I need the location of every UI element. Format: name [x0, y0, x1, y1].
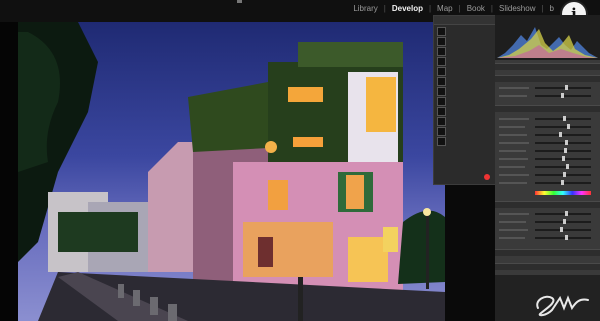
snapshot-thumbnail: [437, 36, 446, 46]
section-header[interactable]: [495, 75, 600, 82]
slider-knob[interactable]: [561, 180, 564, 185]
adjust-slider[interactable]: [535, 235, 591, 240]
adjust-slider[interactable]: [535, 85, 591, 90]
slider-knob[interactable]: [562, 156, 565, 161]
slider-label: [499, 95, 527, 97]
slider-label: [499, 166, 525, 168]
slider-knob[interactable]: [565, 85, 568, 90]
snapshot-thumbnail: [437, 116, 446, 126]
adjust-slider[interactable]: [535, 148, 591, 153]
slider-label: [499, 150, 526, 152]
adjust-slider[interactable]: [535, 156, 591, 161]
slider-knob[interactable]: [563, 116, 566, 121]
snapshot-thumbnail: [437, 96, 446, 106]
slider-label: [499, 237, 525, 239]
histogram-graph: [497, 27, 598, 58]
separator: |: [490, 4, 493, 13]
slider-knob[interactable]: [567, 124, 570, 129]
module-map[interactable]: Map: [437, 4, 453, 13]
snapshot-thumbnail: [437, 106, 446, 116]
snapshot-item[interactable]: [437, 116, 493, 126]
module-library[interactable]: Library: [353, 4, 377, 13]
module-develop[interactable]: Develop: [392, 4, 423, 13]
snapshot-item[interactable]: [437, 136, 493, 146]
section-header[interactable]: [495, 105, 600, 112]
section-header[interactable]: [495, 249, 600, 256]
slider-label: [499, 174, 529, 176]
photo-canvas[interactable]: [18, 22, 445, 321]
slider-knob[interactable]: [565, 235, 568, 240]
separator: |: [428, 4, 432, 13]
snapshot-item[interactable]: [437, 36, 493, 46]
adjust-slider[interactable]: [535, 180, 591, 185]
snapshots-header[interactable]: [434, 16, 496, 25]
module-print[interactable]: b: [550, 4, 554, 13]
slider-knob[interactable]: [563, 172, 566, 177]
snapshot-thumbnail: [437, 66, 446, 76]
adjust-slider[interactable]: [535, 219, 591, 224]
tool-strip[interactable]: [495, 63, 600, 70]
snapshot-item[interactable]: [437, 26, 493, 36]
adjust-slider[interactable]: [535, 211, 591, 216]
snapshot-item[interactable]: [437, 66, 493, 76]
snapshot-item[interactable]: [437, 86, 493, 96]
adjust-slider[interactable]: [535, 124, 591, 129]
slider-label: [499, 126, 525, 128]
slider-label: [499, 182, 527, 184]
adjust-slider[interactable]: [535, 93, 591, 98]
slider-label: [499, 158, 528, 160]
snapshot-thumbnail: [437, 136, 446, 146]
slider-knob[interactable]: [559, 132, 562, 137]
slider-label: [499, 87, 529, 89]
window-indicator: [237, 0, 242, 3]
slider-label: [499, 118, 529, 120]
adjust-slider[interactable]: [535, 116, 591, 121]
separator: |: [541, 4, 544, 13]
snapshot-thumbnail: [437, 56, 446, 66]
snapshot-item[interactable]: [437, 46, 493, 56]
section-header[interactable]: [495, 201, 600, 208]
adjust-slider[interactable]: [535, 140, 591, 145]
adjust-slider[interactable]: [535, 164, 591, 169]
adjust-slider[interactable]: [535, 132, 591, 137]
module-slideshow[interactable]: Slideshow: [499, 4, 535, 13]
snapshot-thumbnail: [437, 126, 446, 136]
snapshots-panel: [433, 15, 497, 185]
module-book[interactable]: Book: [467, 4, 485, 13]
separator: |: [458, 4, 461, 13]
slider-knob[interactable]: [561, 93, 564, 98]
slider-knob[interactable]: [566, 164, 569, 169]
snapshot-thumbnail: [437, 46, 446, 56]
module-picker: Library | Develop | Map | Book | Slidesh…: [353, 4, 554, 13]
snapshot-item[interactable]: [437, 126, 493, 136]
slider-knob[interactable]: [560, 227, 563, 232]
snapshot-thumbnail: [437, 26, 446, 36]
slider-knob[interactable]: [564, 148, 567, 153]
slider-label: [499, 229, 528, 231]
slider-knob[interactable]: [565, 211, 568, 216]
adjust-slider[interactable]: [535, 172, 591, 177]
slider-knob[interactable]: [563, 219, 566, 224]
section-header[interactable]: [495, 263, 600, 270]
hue-color-bar[interactable]: [535, 191, 591, 195]
signature-logo: [536, 295, 589, 317]
slider-label: [499, 142, 529, 144]
snapshot-item[interactable]: [437, 106, 493, 116]
left-panel-collapsed[interactable]: [0, 22, 18, 321]
record-indicator-icon: [484, 174, 490, 180]
adjust-slider[interactable]: [535, 227, 591, 232]
street-scene-photo: [18, 22, 445, 321]
snapshot-thumbnail: [437, 76, 446, 86]
slider-label: [499, 213, 529, 215]
snapshot-item[interactable]: [437, 96, 493, 106]
snapshot-item[interactable]: [437, 56, 493, 66]
slider-label: [499, 134, 527, 136]
histogram-icon[interactable]: [495, 15, 600, 60]
separator: |: [383, 4, 386, 13]
slider-knob[interactable]: [565, 140, 568, 145]
snapshot-thumbnail: [437, 86, 446, 96]
snapshot-item[interactable]: [437, 76, 493, 86]
slider-label: [499, 221, 526, 223]
